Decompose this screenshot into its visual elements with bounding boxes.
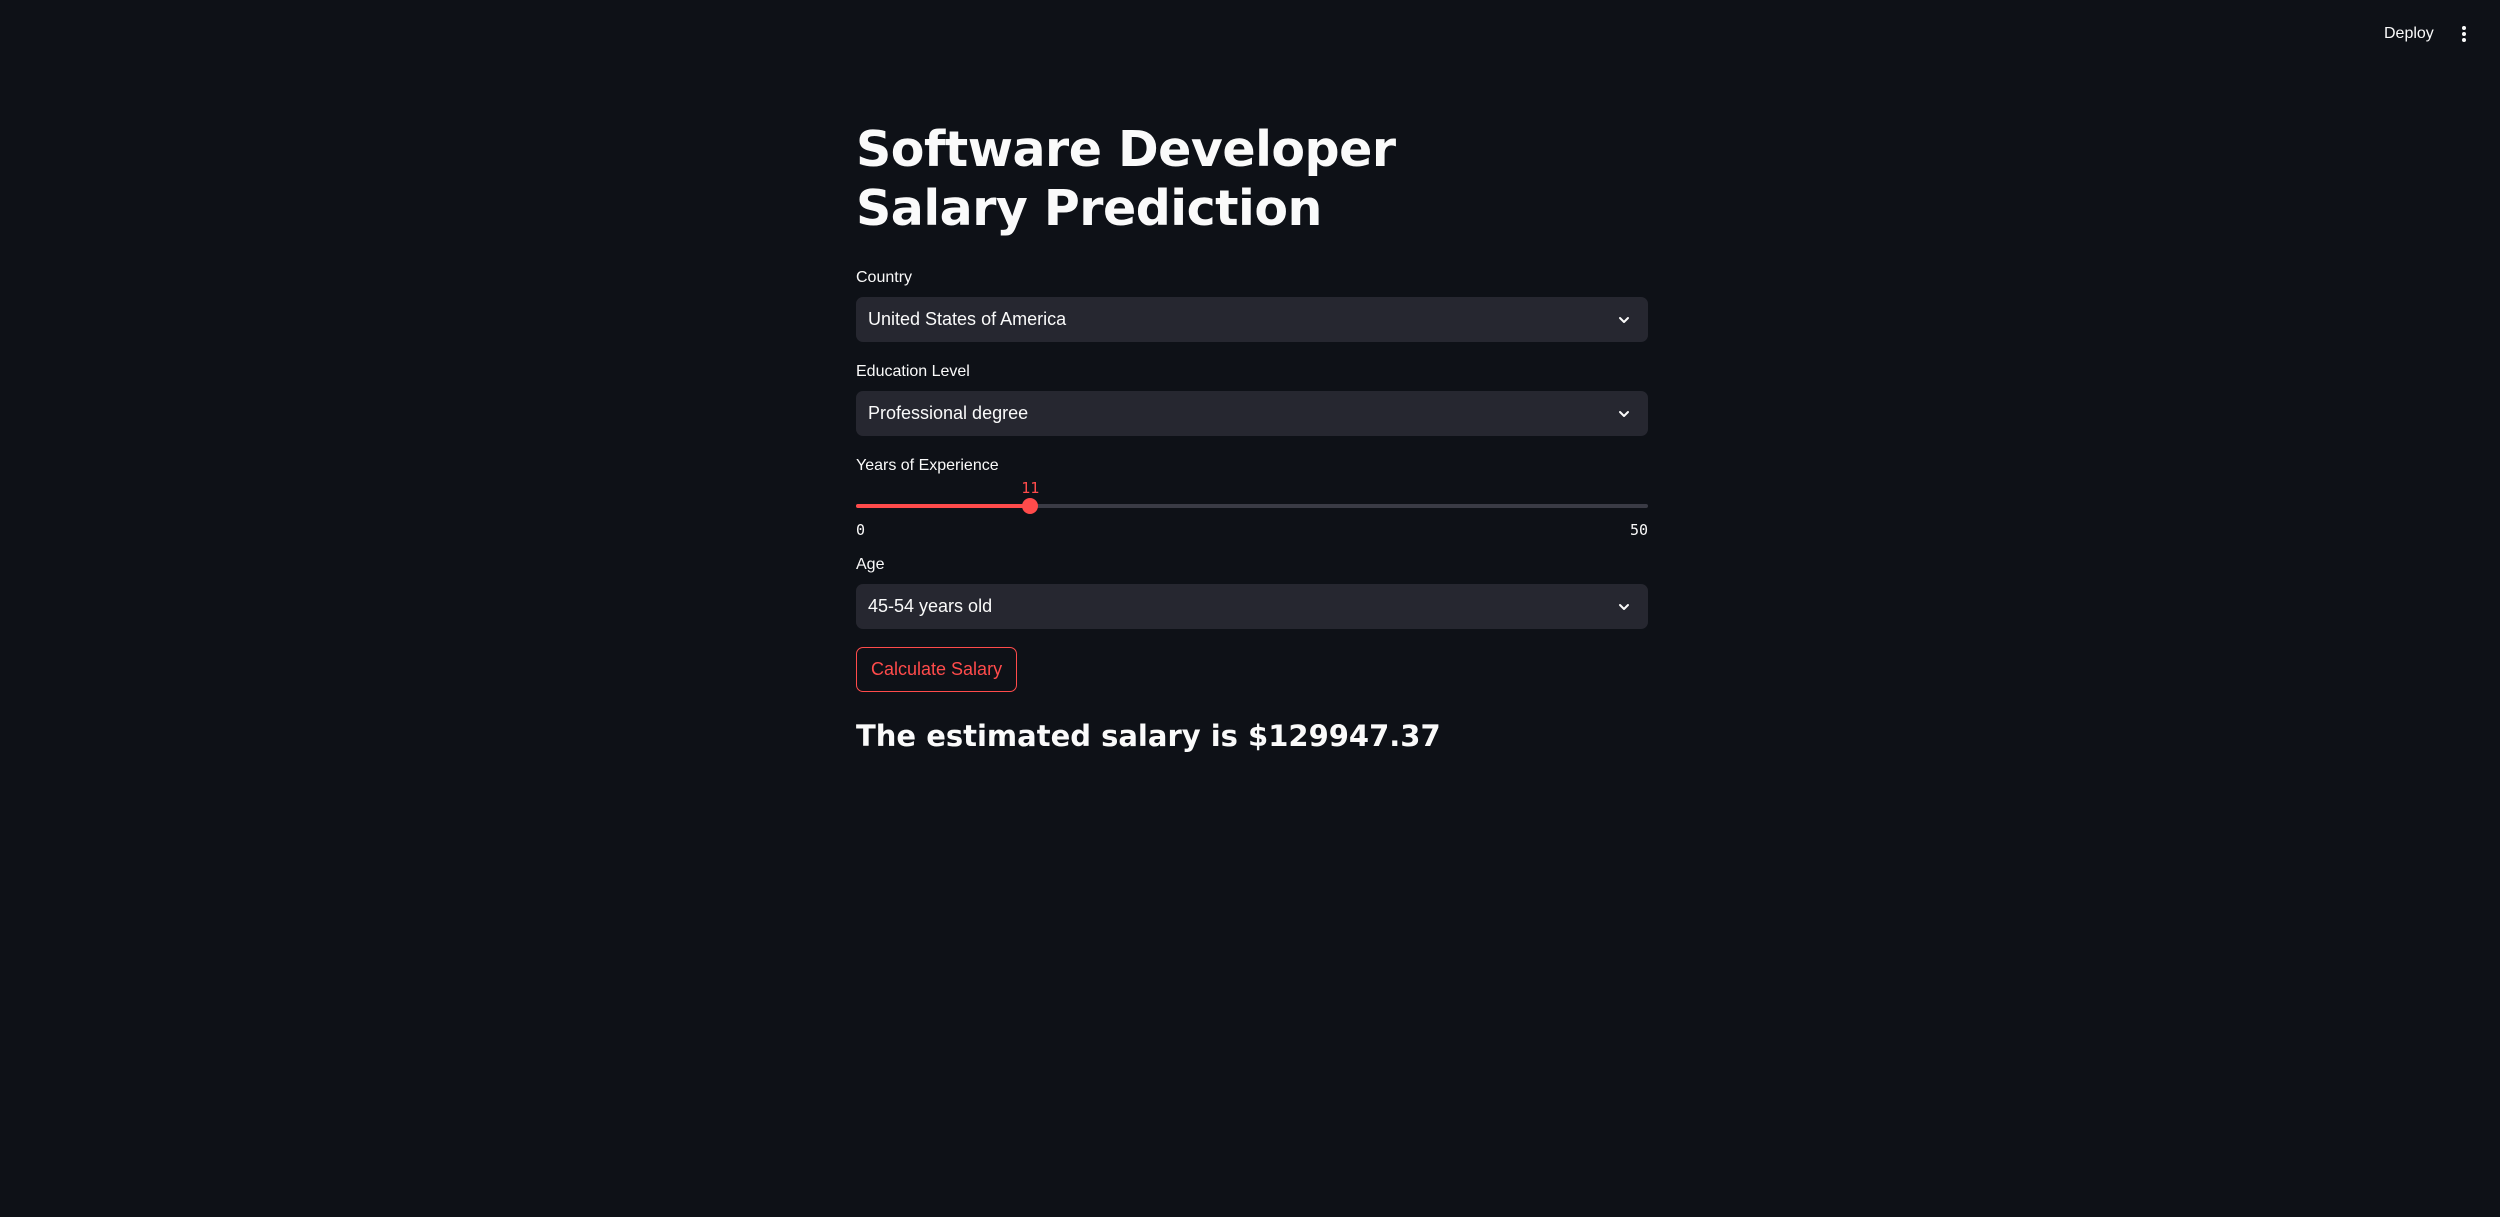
experience-slider[interactable]: 11 0 50 bbox=[856, 479, 1648, 541]
country-select-value: United States of America bbox=[868, 309, 1067, 329]
top-toolbar: Deploy bbox=[0, 0, 2500, 68]
slider-current-value: 11 bbox=[1021, 479, 1040, 497]
slider-thumb[interactable] bbox=[1022, 498, 1039, 514]
slider-fill bbox=[856, 504, 1031, 508]
age-select-value: 45-54 years old bbox=[868, 596, 993, 616]
education-label: Education Level bbox=[856, 363, 970, 380]
experience-label: Years of Experience bbox=[856, 457, 999, 474]
age-label: Age bbox=[856, 556, 885, 573]
chevron-down-icon bbox=[1619, 604, 1629, 610]
slider-min-label: 0 bbox=[856, 521, 866, 539]
main-menu-button[interactable] bbox=[2448, 18, 2480, 50]
education-select-value: Professional degree bbox=[868, 403, 1029, 423]
experience-field: Years of Experience 11 0 50 bbox=[856, 456, 1648, 541]
vertical-ellipsis-icon bbox=[2462, 26, 2466, 42]
button-row: Calculate Salary bbox=[856, 647, 1648, 692]
education-field: Education Level Professional degree bbox=[856, 362, 1648, 436]
education-select[interactable]: Professional degree bbox=[856, 391, 1648, 436]
slider-max-label: 50 bbox=[1629, 521, 1648, 539]
age-field: Age 45-54 years old bbox=[856, 555, 1648, 629]
chevron-down-icon bbox=[1619, 411, 1629, 417]
deploy-button[interactable]: Deploy bbox=[2370, 18, 2448, 50]
age-select[interactable]: 45-54 years old bbox=[856, 584, 1648, 629]
chevron-down-icon bbox=[1619, 317, 1629, 323]
estimated-salary-result: The estimated salary is $129947.37 bbox=[856, 719, 1441, 753]
country-select[interactable]: United States of America bbox=[856, 297, 1648, 342]
page-title: Software Developer Salary Prediction bbox=[856, 121, 1396, 237]
country-label: Country bbox=[856, 269, 913, 286]
main-content: Software Developer Salary Prediction Cou… bbox=[856, 120, 1648, 754]
country-field: Country United States of America bbox=[856, 268, 1648, 342]
calculate-salary-button[interactable]: Calculate Salary bbox=[856, 647, 1018, 692]
